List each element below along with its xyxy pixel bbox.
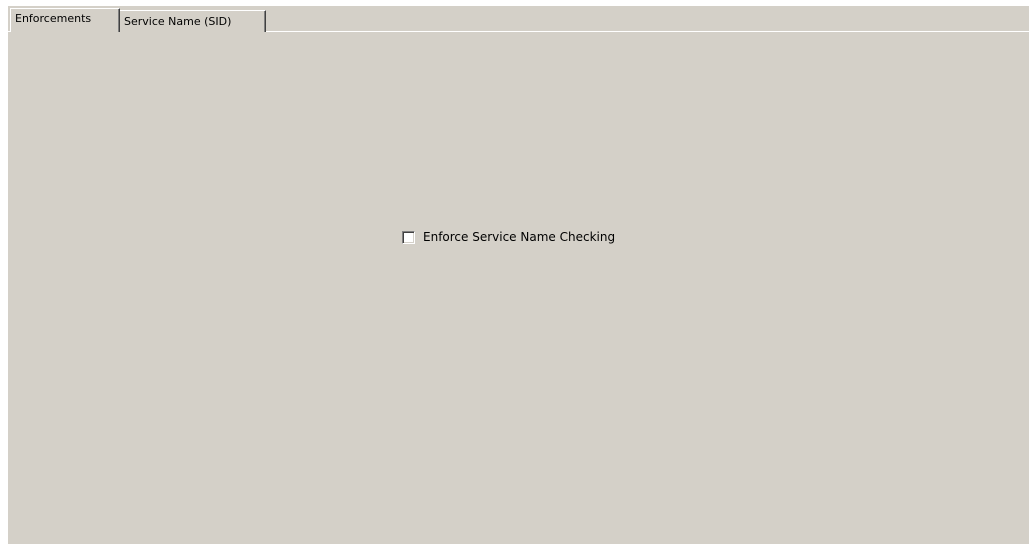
- tabbed-panel: Enforcements Service Name (SID) Enforce …: [8, 6, 1029, 544]
- enforce-service-name-checking-label[interactable]: Enforce Service Name Checking: [423, 230, 615, 244]
- enforce-service-name-checking-checkbox[interactable]: [402, 230, 415, 244]
- tab-service-name-sid[interactable]: Service Name (SID): [120, 10, 266, 32]
- enforce-service-name-checking-option[interactable]: Enforce Service Name Checking: [402, 230, 615, 244]
- enforcements-tab-content: Enforce Service Name Checking: [8, 32, 1029, 544]
- tab-strip: Enforcements Service Name (SID): [8, 6, 1029, 32]
- tab-enforcements[interactable]: Enforcements: [10, 8, 120, 32]
